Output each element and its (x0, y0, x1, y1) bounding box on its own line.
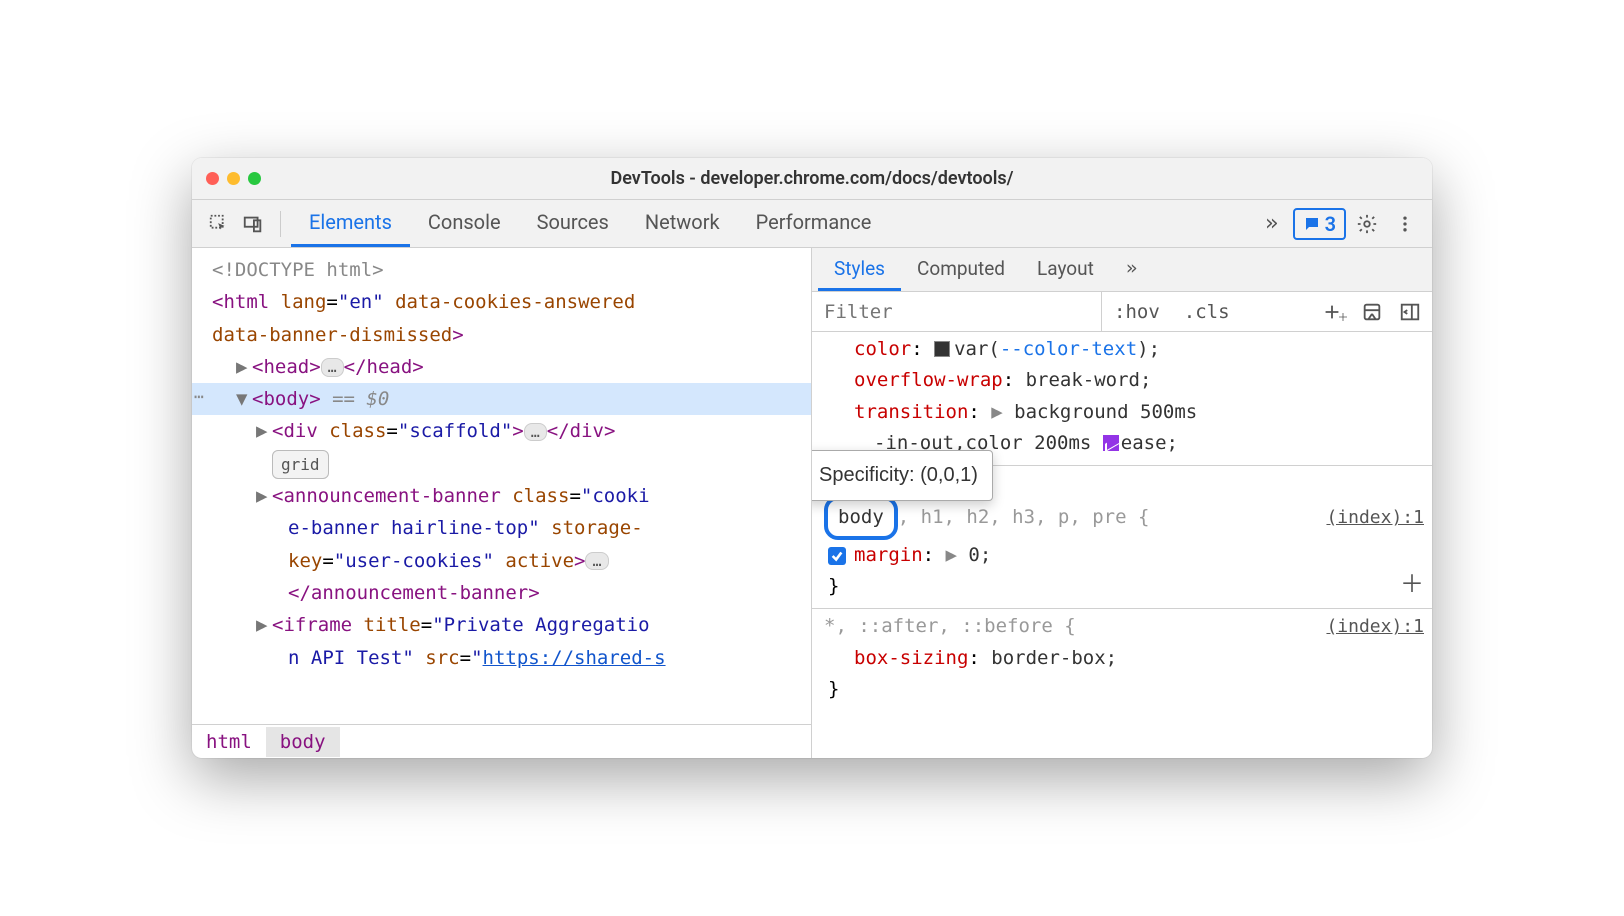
breadcrumb: html body (192, 724, 811, 758)
rule-close: } (820, 674, 1424, 705)
styles-filter-input[interactable] (812, 292, 1102, 331)
dom-iframe[interactable]: ▶<iframe title="Private Aggregatio (192, 609, 811, 641)
add-property-icon[interactable]: ＋ (1400, 565, 1424, 605)
styles-filter-bar: :hov .cls (812, 292, 1432, 332)
cls-toggle[interactable]: .cls (1172, 301, 1242, 323)
timing-function-icon[interactable] (1103, 435, 1119, 451)
settings-icon[interactable] (1350, 207, 1384, 241)
dom-doctype[interactable]: <!DOCTYPE html> (192, 254, 811, 286)
rule-close: } (820, 571, 1424, 602)
styles-body: color: var(--color-text); overflow-wrap:… (812, 332, 1432, 758)
hov-toggle[interactable]: :hov (1102, 301, 1172, 323)
color-swatch-icon[interactable] (934, 341, 950, 357)
issues-count: 3 (1325, 212, 1336, 236)
dom-html-open-cont[interactable]: data-banner-dismissed> (192, 319, 811, 351)
styles-more-tabs-icon[interactable]: » (1110, 248, 1153, 291)
window-title: DevTools - developer.chrome.com/docs/dev… (611, 168, 1014, 189)
dom-grid-badge-line: grid (192, 448, 811, 480)
selector-line-star[interactable]: *, ::after, ::before { (index):1 (820, 611, 1424, 642)
titlebar: DevTools - developer.chrome.com/docs/dev… (192, 158, 1432, 200)
dom-div-scaffold[interactable]: ▶<div class="scaffold">…</div> (192, 415, 811, 447)
prop-box-sizing[interactable]: box-sizing: border-box; (820, 643, 1424, 674)
dom-announcement-banner-3[interactable]: key="user-cookies" active>… (192, 545, 811, 577)
elements-pane: <!DOCTYPE html> <html lang="en" data-coo… (192, 248, 812, 758)
css-rule-star[interactable]: *, ::after, ::before { (index):1 box-siz… (812, 609, 1432, 711)
dom-announcement-banner-2[interactable]: e-banner hairline-top" storage- (192, 512, 811, 544)
tab-sources[interactable]: Sources (519, 200, 627, 247)
breadcrumb-body[interactable]: body (266, 727, 340, 757)
minimize-window-button[interactable] (227, 172, 240, 185)
issues-badge[interactable]: 3 (1293, 208, 1346, 240)
tab-layout[interactable]: Layout (1021, 248, 1110, 291)
kebab-menu-icon[interactable] (1388, 207, 1422, 241)
device-toolbar-icon[interactable] (236, 207, 270, 241)
tab-computed[interactable]: Computed (901, 248, 1021, 291)
tab-elements[interactable]: Elements (291, 200, 410, 247)
dom-announcement-banner-close[interactable]: </announcement-banner> (192, 577, 811, 609)
dom-tree[interactable]: <!DOCTYPE html> <html lang="en" data-coo… (192, 248, 811, 724)
prop-overflow-wrap[interactable]: overflow-wrap: break-word; (820, 365, 1424, 396)
ellipsis-icon[interactable]: … (585, 552, 608, 571)
traffic-lights (206, 172, 261, 185)
toggle-sidebar-icon[interactable] (1396, 298, 1424, 326)
tab-console[interactable]: Console (410, 200, 519, 247)
specificity-tooltip: Specificity: (0,0,1) (812, 450, 993, 501)
prop-margin[interactable]: margin: ▶ 0; (820, 540, 1424, 571)
property-checkbox[interactable] (828, 547, 846, 565)
toolbar-right: » 3 (1255, 207, 1422, 241)
content-area: <!DOCTYPE html> <html lang="en" data-coo… (192, 248, 1432, 758)
new-style-rule-icon[interactable] (1320, 298, 1348, 326)
tab-styles[interactable]: Styles (818, 248, 901, 291)
inspect-element-icon[interactable] (202, 207, 236, 241)
ellipsis-icon[interactable]: … (321, 358, 344, 377)
dom-head[interactable]: ▶<head>…</head> (192, 351, 811, 383)
ellipsis-icon[interactable]: … (524, 423, 547, 442)
tab-performance[interactable]: Performance (738, 200, 890, 247)
more-tabs-icon[interactable]: » (1255, 207, 1289, 241)
source-link[interactable]: (index):1 (1326, 612, 1424, 642)
dom-announcement-banner[interactable]: ▶<announcement-banner class="cooki (192, 480, 811, 512)
prop-transition[interactable]: transition: ▶ background 500ms (820, 397, 1424, 428)
styles-pane: Styles Computed Layout » :hov .cls color… (812, 248, 1432, 758)
dom-body-selected[interactable]: ⋯▼<body> == $0 (192, 383, 811, 415)
breadcrumb-html[interactable]: html (192, 727, 266, 757)
selector-line[interactable]: body, h1, h2, h3, p, pre { (index):1 (820, 496, 1424, 539)
dom-iframe-2[interactable]: n API Test" src="https://shared-s (192, 642, 811, 674)
computed-styles-icon[interactable] (1358, 298, 1386, 326)
toolbar-separator (280, 211, 281, 237)
prop-color[interactable]: color: var(--color-text); (820, 334, 1424, 365)
devtools-window: DevTools - developer.chrome.com/docs/dev… (192, 158, 1432, 758)
styles-tabs: Styles Computed Layout » (812, 248, 1432, 292)
selector-body-highlight: body (824, 496, 898, 539)
main-tabs: Elements Console Sources Network Perform… (291, 200, 1255, 247)
css-rule-inherited[interactable]: color: var(--color-text); overflow-wrap:… (812, 332, 1432, 466)
grid-badge[interactable]: grid (272, 450, 329, 479)
source-link[interactable]: (index):1 (1326, 503, 1424, 533)
main-toolbar: Elements Console Sources Network Perform… (192, 200, 1432, 248)
maximize-window-button[interactable] (248, 172, 261, 185)
dom-html-open[interactable]: <html lang="en" data-cookies-answered (192, 286, 811, 318)
selected-handle-icon[interactable]: ⋯ (194, 383, 204, 410)
tab-network[interactable]: Network (627, 200, 738, 247)
close-window-button[interactable] (206, 172, 219, 185)
